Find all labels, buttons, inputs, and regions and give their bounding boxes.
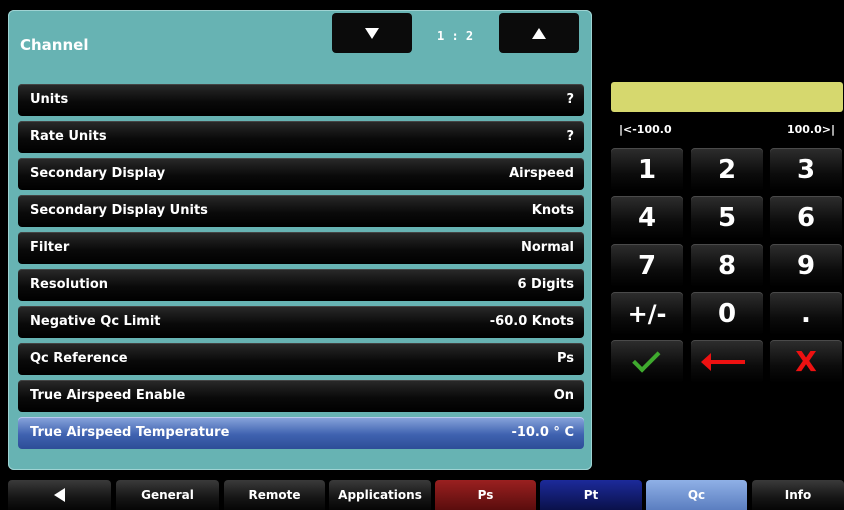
key-0[interactable]: 0 — [691, 292, 763, 335]
setting-label: Qc Reference — [30, 351, 128, 366]
setting-label: Secondary Display Units — [30, 203, 208, 218]
accept-button[interactable] — [611, 340, 683, 383]
page-indicator: 1 : 2 — [437, 29, 474, 43]
numeric-entry-field[interactable] — [611, 82, 843, 112]
back-arrow-icon — [54, 488, 65, 502]
setting-label: Negative Qc Limit — [30, 314, 161, 329]
setting-value: Knots — [531, 203, 574, 218]
tab-qc[interactable]: Qc — [646, 480, 747, 510]
key-5[interactable]: 5 — [691, 196, 763, 239]
setting-row-resolution[interactable]: Resolution 6 Digits — [18, 269, 584, 301]
up-arrow-icon — [532, 27, 546, 39]
key-3[interactable]: 3 — [770, 148, 842, 191]
setting-value: Airspeed — [509, 166, 574, 181]
down-arrow-icon — [365, 27, 379, 39]
setting-label: True Airspeed Enable — [30, 388, 186, 403]
tab-pt[interactable]: Pt — [540, 480, 642, 510]
tab-info[interactable]: Info — [752, 480, 844, 510]
cancel-x-icon: X — [795, 345, 817, 378]
panel-title: Channel — [20, 36, 89, 54]
page-up-button[interactable] — [499, 13, 579, 53]
setting-row-negative-qc-limit[interactable]: Negative Qc Limit -60.0 Knots — [18, 306, 584, 338]
setting-row-qc-reference[interactable]: Qc Reference Ps — [18, 343, 584, 375]
setting-value: ? — [566, 92, 574, 107]
backspace-button[interactable] — [691, 340, 763, 383]
channel-panel: Channel 1 : 2 Units ? Rate Units ? Secon… — [8, 10, 592, 470]
setting-label: Resolution — [30, 277, 109, 292]
setting-label: Units — [30, 92, 69, 107]
min-limit-label: |<-100.0 — [619, 123, 672, 136]
setting-label: True Airspeed Temperature — [30, 425, 230, 440]
tab-ps[interactable]: Ps — [435, 480, 536, 510]
setting-row-true-airspeed-enable[interactable]: True Airspeed Enable On — [18, 380, 584, 412]
setting-row-true-airspeed-temperature[interactable]: True Airspeed Temperature -10.0 ° C — [18, 417, 584, 449]
bottom-tab-bar: General Remote Applications Ps Pt Qc Inf… — [0, 480, 844, 510]
setting-value: ? — [566, 129, 574, 144]
tab-back[interactable] — [8, 480, 111, 510]
key-6[interactable]: 6 — [770, 196, 842, 239]
setting-label: Rate Units — [30, 129, 107, 144]
setting-label: Filter — [30, 240, 70, 255]
backspace-arrow-icon — [701, 352, 745, 371]
setting-label: Secondary Display — [30, 166, 166, 181]
key-4[interactable]: 4 — [611, 196, 683, 239]
settings-list: Units ? Rate Units ? Secondary Display A… — [18, 84, 584, 454]
key-8[interactable]: 8 — [691, 244, 763, 287]
key-plus-minus[interactable]: +/- — [611, 292, 683, 335]
setting-row-rate-units[interactable]: Rate Units ? — [18, 121, 584, 153]
checkmark-icon — [632, 343, 661, 373]
setting-value: On — [553, 388, 574, 403]
key-decimal[interactable]: . — [770, 292, 842, 335]
setting-row-secondary-display[interactable]: Secondary Display Airspeed — [18, 158, 584, 190]
key-7[interactable]: 7 — [611, 244, 683, 287]
setting-value: 6 Digits — [517, 277, 574, 292]
setting-value: Ps — [556, 351, 574, 366]
setting-value: -10.0 ° C — [511, 425, 574, 440]
setting-row-units[interactable]: Units ? — [18, 84, 584, 116]
setting-row-secondary-display-units[interactable]: Secondary Display Units Knots — [18, 195, 584, 227]
tab-remote[interactable]: Remote — [224, 480, 325, 510]
cancel-button[interactable]: X — [770, 340, 842, 383]
setting-value: -60.0 Knots — [489, 314, 574, 329]
max-limit-label: 100.0>| — [786, 123, 835, 136]
tab-general[interactable]: General — [116, 480, 219, 510]
key-9[interactable]: 9 — [770, 244, 842, 287]
key-2[interactable]: 2 — [691, 148, 763, 191]
setting-value: Normal — [521, 240, 574, 255]
key-1[interactable]: 1 — [611, 148, 683, 191]
tab-applications[interactable]: Applications — [329, 480, 431, 510]
page-down-button[interactable] — [332, 13, 412, 53]
setting-row-filter[interactable]: Filter Normal — [18, 232, 584, 264]
